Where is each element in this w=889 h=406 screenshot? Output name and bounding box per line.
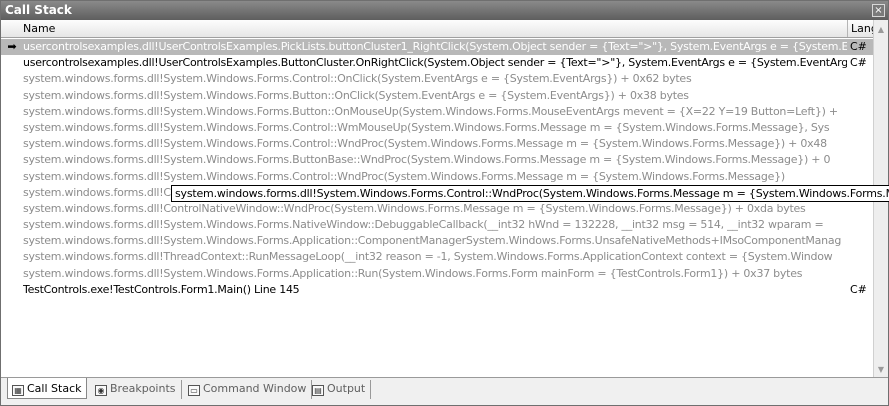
- scroll-up-arrow-icon[interactable]: ▲: [874, 22, 888, 37]
- frame-name: system.windows.forms.dll!System.Windows.…: [23, 120, 830, 134]
- window-title: Call Stack: [5, 3, 72, 17]
- frame-name: usercontrolsexamples.dll!UserControlsExa…: [23, 56, 847, 70]
- tab-output[interactable]: ▤ Output: [308, 380, 372, 399]
- output-icon: ▤: [312, 385, 324, 396]
- tab-breakpoints[interactable]: ◉ Breakpoints: [91, 380, 182, 399]
- call-stack-icon: ▦: [12, 385, 24, 396]
- frame-name: TestControls.exe!TestControls.Form1.Main…: [23, 282, 300, 296]
- call-stack-row[interactable]: system.windows.forms.dll!ThreadContext::…: [1, 249, 873, 265]
- frame-name: system.windows.forms.dll!System.Windows.…: [23, 234, 842, 248]
- call-stack-row[interactable]: system.windows.forms.dll!System.Windows.…: [1, 217, 873, 233]
- column-header-name[interactable]: Name: [1, 20, 848, 37]
- frame-name: system.windows.forms.dll!System.Windows.…: [23, 88, 689, 102]
- call-stack-row[interactable]: system.windows.forms.dll!System.Windows.…: [1, 169, 873, 185]
- tab-label: Breakpoints: [110, 382, 176, 395]
- call-stack-row[interactable]: system.windows.forms.dll!System.Windows.…: [1, 266, 873, 282]
- call-stack-row[interactable]: system.windows.forms.dll!System.Windows.…: [1, 233, 873, 249]
- call-stack-list: ➡ usercontrolsexamples.dll!UserControlsEx…: [1, 39, 873, 377]
- frame-name: system.windows.forms.dll!System.Windows.…: [23, 72, 692, 86]
- tool-window-tabs: ▦ Call Stack ◉ Breakpoints ▭ Command Window ▤ O…: [1, 377, 888, 405]
- close-icon[interactable]: ×: [872, 4, 885, 17]
- command-window-icon: ▭: [188, 385, 200, 396]
- frame-name: system.windows.forms.dll!ControlNativeWi…: [23, 201, 806, 215]
- column-header: Name Lang: [1, 20, 873, 38]
- current-frame-arrow-icon: ➡: [7, 40, 17, 53]
- frame-name: system.windows.forms.dll!System.Windows.…: [23, 218, 824, 232]
- call-stack-row[interactable]: usercontrolsexamples.dll!UserControlsExa…: [1, 55, 873, 71]
- call-stack-row[interactable]: system.windows.forms.dll!ControlNativeWi…: [1, 201, 873, 217]
- frame-name: system.windows.forms.dll!System.Windows.…: [23, 137, 827, 151]
- frame-name: system.windows.forms.dll!ThreadContext::…: [23, 250, 833, 264]
- tab-label: Command Window: [203, 382, 307, 395]
- call-stack-row[interactable]: TestControls.exe!TestControls.Form1.Main…: [1, 282, 873, 298]
- call-stack-row[interactable]: system.windows.forms.dll!System.Windows.…: [1, 104, 873, 120]
- frame-name: system.windows.forms.dll!System.Windows.…: [23, 104, 838, 118]
- tab-command-window[interactable]: ▭ Command Window: [184, 380, 313, 399]
- call-stack-row[interactable]: ➡ usercontrolsexamples.dll!UserControlsEx…: [1, 39, 873, 56]
- breakpoints-icon: ◉: [95, 385, 107, 396]
- call-stack-row[interactable]: system.windows.forms.dll!System.Windows.…: [1, 152, 873, 168]
- call-stack-row[interactable]: system.windows.forms.dll!System.Windows.…: [1, 136, 873, 152]
- title-bar[interactable]: Call Stack ×: [1, 1, 888, 20]
- column-header-lang[interactable]: Lang: [849, 20, 873, 37]
- frame-name: system.windows.forms.dll!System.Windows.…: [23, 153, 831, 167]
- frame-language: C#: [850, 56, 867, 70]
- frame-name: system.windows.forms.dll!System.Windows.…: [23, 169, 785, 183]
- tab-call-stack[interactable]: ▦ Call Stack: [7, 378, 88, 399]
- frame-language: C#: [850, 40, 867, 53]
- frame-name: usercontrolsexamples.dll!UserControlsExa…: [23, 40, 847, 53]
- tab-label: Call Stack: [27, 382, 82, 395]
- frame-tooltip: system.windows.forms.dll!System.Windows.…: [171, 185, 889, 202]
- frame-language: C#: [850, 282, 867, 296]
- frame-name: system.windows.forms.dll!System.Windows.…: [23, 266, 803, 280]
- call-stack-row[interactable]: system.windows.forms.dll!System.Windows.…: [1, 120, 873, 136]
- call-stack-row[interactable]: system.windows.forms.dll!System.Windows.…: [1, 88, 873, 104]
- scroll-down-arrow-icon[interactable]: ▼: [874, 362, 888, 377]
- call-stack-row[interactable]: system.windows.forms.dll!System.Windows.…: [1, 71, 873, 87]
- call-stack-window: Call Stack × Name Lang ▲ ▼ ➡ usercontrols…: [0, 0, 889, 406]
- tab-label: Output: [327, 382, 366, 395]
